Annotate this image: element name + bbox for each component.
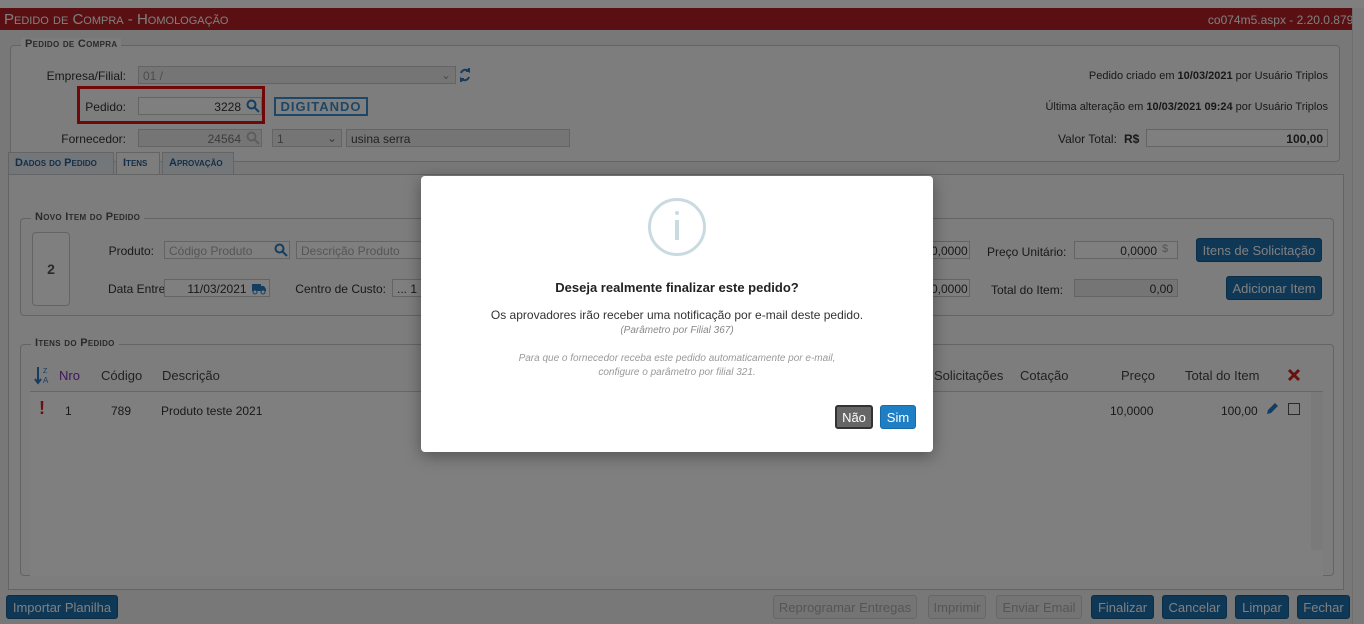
no-button[interactable]: Não (835, 405, 873, 429)
yes-button[interactable]: Sim (880, 405, 916, 429)
dialog-hint-line1: Para que o fornecedor receba este pedido… (518, 353, 836, 364)
dialog-param-note: (Parâmetro por Filial 367) (620, 325, 734, 336)
dialog-hint: Para que o fornecedor receba este pedido… (421, 352, 933, 380)
dialog-question: Deseja realmente finalizar este pedido? (555, 280, 799, 295)
info-icon (648, 198, 706, 256)
confirm-dialog: Deseja realmente finalizar este pedido? … (421, 176, 933, 452)
dialog-message: Os aprovadores irão receber uma notifica… (490, 308, 864, 322)
dialog-hint-line2: configure o parâmetro por filial 321. (598, 367, 756, 378)
